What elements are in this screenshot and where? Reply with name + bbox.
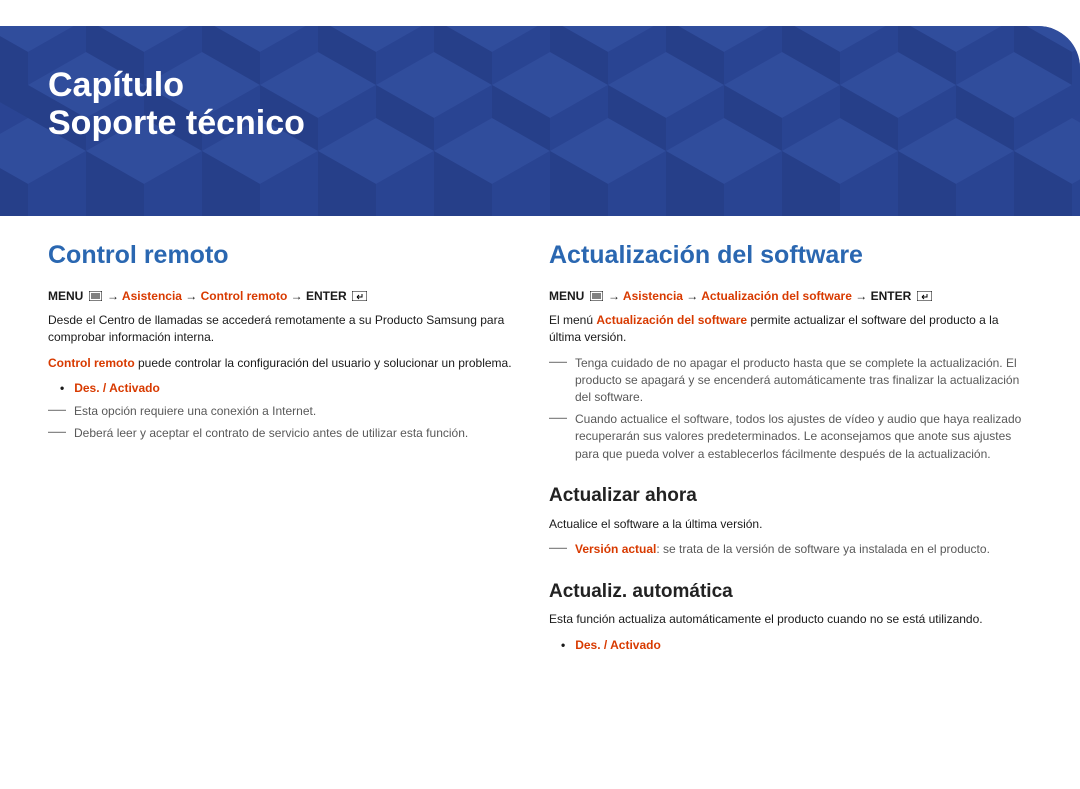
bc-enter: ENTER	[306, 289, 347, 303]
col-control-remoto: Control remoto MENU → Asistencia → Contr…	[48, 242, 531, 660]
para-right-1a: El menú	[549, 313, 596, 327]
col-actualizacion: Actualización del software MENU → Asiste…	[549, 242, 1032, 660]
note-dash-icon: ―	[549, 411, 567, 463]
enter-icon	[352, 289, 367, 306]
note-right-2-text: Cuando actualice el software, todos los …	[575, 411, 1032, 463]
note-left-2-text: Deberá leer y aceptar el contrato de ser…	[74, 425, 531, 442]
note-left-1: ― Esta opción requiere una conexión a In…	[48, 403, 531, 420]
para-right-1: El menú Actualización del software permi…	[549, 312, 1032, 347]
note-right-1-text: Tenga cuidado de no apagar el producto h…	[575, 355, 1032, 407]
enter-icon	[917, 289, 932, 306]
note-dash-icon: ―	[549, 541, 567, 558]
bc-arrow: →	[291, 289, 303, 303]
option-row-sub2: • Des. / Activado	[561, 637, 1032, 654]
bc-menu: MENU	[549, 289, 584, 303]
bc-step1: Asistencia	[623, 289, 683, 303]
note-sub1: ― Versión actual: se trata de la versión…	[549, 541, 1032, 558]
bc-menu: MENU	[48, 289, 83, 303]
bc-enter: ENTER	[871, 289, 912, 303]
banner-titles: Capítulo Soporte técnico	[48, 68, 305, 143]
breadcrumb-left: MENU → Asistencia → Control remoto → ENT…	[48, 288, 531, 306]
para-left-2-rest: puede controlar la configuración del usu…	[135, 356, 512, 370]
note-right-1: ― Tenga cuidado de no apagar el producto…	[549, 355, 1032, 407]
para-left-2-lead: Control remoto	[48, 356, 135, 370]
note-dash-icon: ―	[48, 403, 66, 420]
note-dash-icon: ―	[549, 355, 567, 407]
para-sub2: Esta función actualiza automáticamente e…	[549, 611, 1032, 628]
para-left-1: Desde el Centro de llamadas se accederá …	[48, 312, 531, 347]
heading-actualizacion: Actualización del software	[549, 242, 1032, 270]
bc-step2: Actualización del software	[701, 289, 852, 303]
menu-icon	[89, 289, 102, 306]
note-right-2: ― Cuando actualice el software, todos lo…	[549, 411, 1032, 463]
para-sub1: Actualice el software a la última versió…	[549, 516, 1032, 533]
chapter-banner: Capítulo Soporte técnico	[0, 26, 1080, 216]
note-sub1-rest: : se trata de la versión de software ya …	[656, 542, 990, 556]
breadcrumb-right: MENU → Asistencia → Actualización del so…	[549, 288, 1032, 306]
bc-arrow: →	[686, 289, 698, 303]
bullet-dot-icon: •	[60, 380, 64, 397]
chapter-title: Soporte técnico	[48, 104, 305, 143]
note-left-1-text: Esta opción requiere una conexión a Inte…	[74, 403, 531, 420]
bc-arrow: →	[608, 289, 620, 303]
option-left: Des. / Activado	[74, 380, 160, 397]
menu-icon	[590, 289, 603, 306]
page-body: Control remoto MENU → Asistencia → Contr…	[0, 216, 1080, 700]
note-sub1-text: Versión actual: se trata de la versión d…	[575, 541, 1032, 558]
bc-step1: Asistencia	[122, 289, 182, 303]
heading-actualiz-automatica: Actualiz. automática	[549, 581, 1032, 604]
bc-arrow: →	[107, 289, 119, 303]
note-left-2: ― Deberá leer y aceptar el contrato de s…	[48, 425, 531, 442]
manual-page: Capítulo Soporte técnico Control remoto …	[0, 26, 1080, 789]
para-left-2: Control remoto puede controlar la config…	[48, 355, 531, 372]
chapter-label: Capítulo	[48, 68, 305, 104]
heading-actualizar-ahora: Actualizar ahora	[549, 485, 1032, 508]
bc-step2: Control remoto	[201, 289, 288, 303]
bullet-dot-icon: •	[561, 637, 565, 654]
bc-arrow: →	[855, 289, 867, 303]
option-sub2: Des. / Activado	[575, 637, 661, 654]
note-sub1-lead: Versión actual	[575, 542, 656, 556]
option-row-left: • Des. / Activado	[60, 380, 531, 397]
bc-arrow: →	[185, 289, 197, 303]
heading-control-remoto: Control remoto	[48, 242, 531, 270]
para-right-1-lead: Actualización del software	[596, 313, 747, 327]
note-dash-icon: ―	[48, 425, 66, 442]
